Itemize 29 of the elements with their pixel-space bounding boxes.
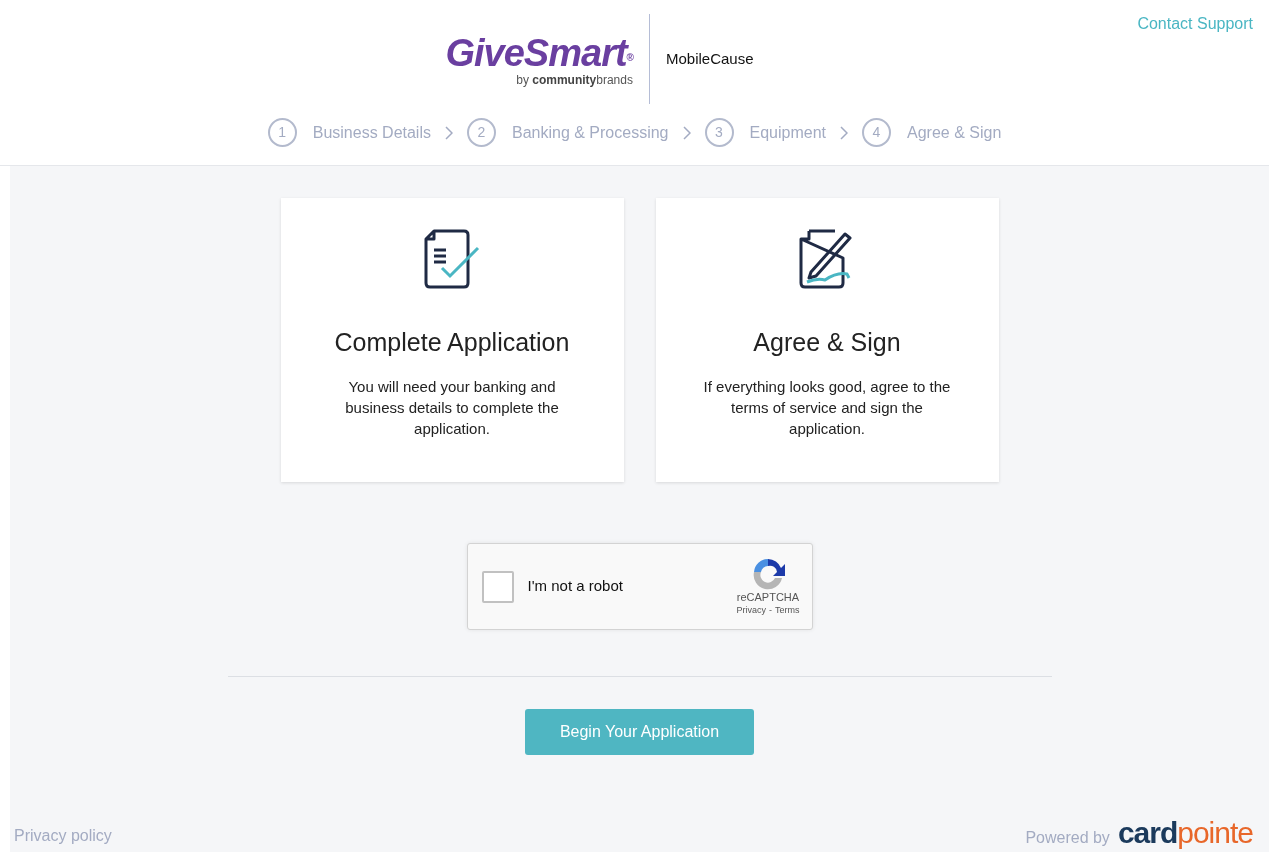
step-label: Agree & Sign	[907, 122, 1002, 143]
card-description: If everything looks good, agree to the terms of service and sign the application.	[702, 376, 952, 439]
chevron-right-icon	[445, 125, 453, 140]
recaptcha-privacy-link[interactable]: Privacy	[736, 603, 766, 618]
chevron-right-icon	[840, 125, 848, 140]
recaptcha-brand: reCAPTCHA	[736, 589, 800, 604]
step-label: Banking & Processing	[512, 122, 669, 143]
card-description: You will need your banking and business details to complete the application.	[344, 376, 560, 439]
begin-application-button[interactable]: Begin Your Application	[525, 709, 754, 755]
cardpointe-logo: cardpointe	[1117, 817, 1253, 849]
step-number: 2	[467, 118, 496, 147]
card-title: Complete Application	[334, 327, 570, 358]
step-number: 3	[704, 118, 734, 147]
card-title: Agree & Sign	[753, 327, 901, 358]
captcha-label: I'm not a robot	[527, 576, 624, 597]
document-check-icon	[422, 228, 482, 290]
step-number: 1	[267, 118, 297, 147]
powered-by-text: Powered by	[1025, 828, 1110, 848]
partner-name: MobileCause	[664, 48, 755, 69]
contact-support-link[interactable]: Contact Support	[1137, 12, 1253, 36]
givesmart-logo: GiveSmart$^{®}$ by communitybrands	[445, 31, 635, 87]
link-separator: -	[769, 603, 772, 617]
step-label: Business Details	[312, 122, 431, 143]
recaptcha-terms-link[interactable]: Terms	[775, 603, 800, 618]
chevron-right-icon	[682, 125, 691, 140]
step-label: Equipment	[749, 122, 826, 143]
captcha-checkbox[interactable]	[481, 570, 514, 603]
privacy-policy-link[interactable]: Privacy policy	[14, 824, 112, 848]
step-number: 4	[862, 118, 891, 147]
